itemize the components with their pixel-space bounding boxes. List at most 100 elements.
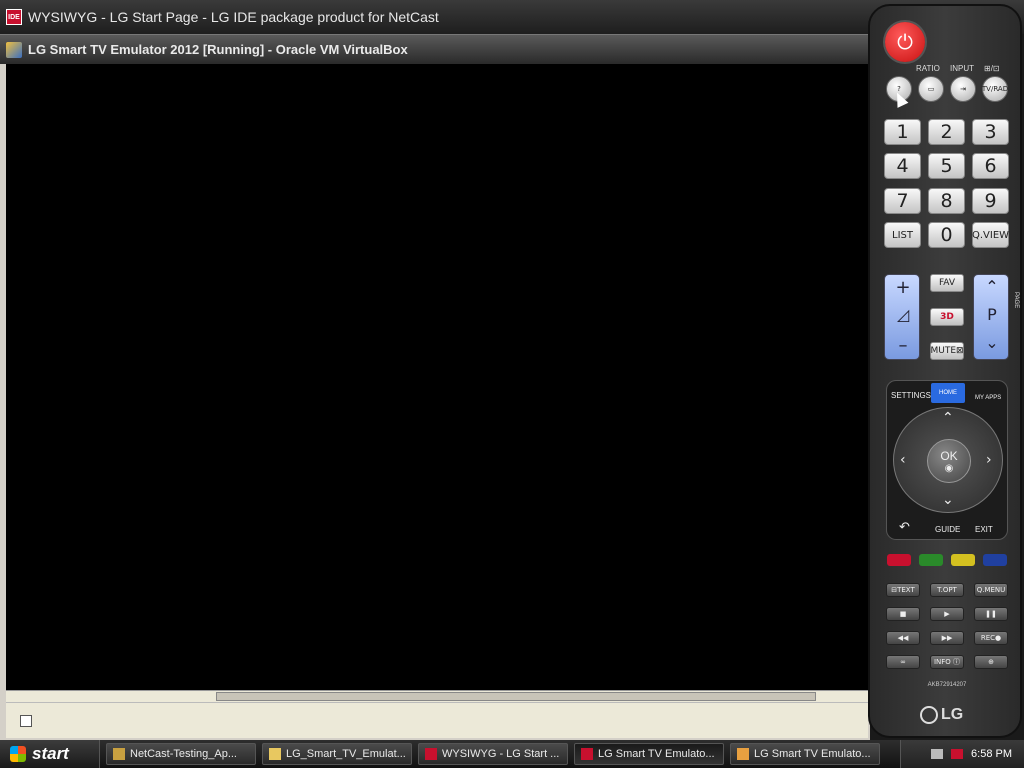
vm-display-screen[interactable] — [6, 64, 868, 690]
lg-logo-icon — [920, 706, 938, 724]
settings-button[interactable]: SETTINGS — [891, 391, 931, 400]
program-up-icon[interactable]: ⌃ — [974, 277, 1010, 296]
tv-rad-button[interactable]: TV/RAD — [982, 76, 1008, 102]
my-apps-button[interactable]: MY APPS — [975, 395, 1001, 401]
num-1-button[interactable]: 1 — [884, 119, 921, 145]
vbox-titlebar[interactable]: LG Smart TV Emulator 2012 [Running] - Or… — [0, 34, 870, 64]
system-tray: 6:58 PM — [900, 740, 1024, 768]
qview-button[interactable]: Q.VIEW — [972, 222, 1009, 248]
ok-button[interactable]: OK ◉ — [927, 439, 971, 483]
vbox-window-title: LG Smart TV Emulator 2012 [Running] - Or… — [28, 42, 408, 57]
num-4-button[interactable]: 4 — [884, 153, 921, 179]
yellow-button[interactable] — [951, 554, 975, 566]
num-5-button[interactable]: 5 — [928, 153, 965, 179]
taskbar-item-label: NetCast-Testing_Ap... — [130, 748, 237, 760]
input-label: INPUT — [950, 64, 974, 73]
lg-emulator-icon — [581, 748, 593, 760]
virtualbox-icon — [6, 41, 22, 58]
volume-up-icon[interactable]: + — [885, 277, 921, 298]
lg-tray-icon[interactable] — [951, 749, 964, 759]
taskbar-item[interactable]: LG_Smart_TV_Emulat... — [262, 743, 412, 765]
mute-button[interactable]: MUTE⊠ — [930, 342, 964, 360]
vbox-status-bar — [6, 702, 868, 738]
taskbar-item-label: LG_Smart_TV_Emulat... — [286, 748, 406, 760]
lg-ide-icon — [425, 748, 437, 760]
lg-logo: LG — [920, 706, 963, 724]
num-7-button[interactable]: 7 — [884, 188, 921, 214]
lg-ide-icon: IDE — [6, 9, 22, 25]
topt-button[interactable]: T.OPT — [930, 583, 964, 597]
taskbar-item-label: WYSIWYG - LG Start ... — [442, 748, 560, 760]
left-arrow-icon[interactable]: ‹ — [900, 452, 906, 468]
horizontal-scrollbar[interactable] — [6, 690, 868, 702]
virtualbox-window: LG Smart TV Emulator 2012 [Running] - Or… — [0, 34, 870, 740]
volume-rocker[interactable]: + ◿ – — [884, 274, 920, 360]
folder-icon — [269, 748, 281, 760]
rec-button[interactable]: REC● — [974, 631, 1008, 645]
qmenu-button[interactable]: Q.MENU — [974, 583, 1008, 597]
tvrad-top-label: ⊞/⊡ — [984, 64, 1000, 73]
play-button[interactable]: ▶ — [930, 607, 964, 621]
taskbar-item[interactable]: WYSIWYG - LG Start ... — [418, 743, 568, 765]
exit-button[interactable]: EXIT — [975, 525, 993, 534]
tv-remote-control: ⏻ RATIO INPUT ⊞/⊡ ? ▭ ⇥ TV/RAD 1 2 3 4 5… — [868, 4, 1022, 738]
home-button[interactable]: HOME — [931, 383, 965, 403]
ok-dot-icon: ◉ — [944, 462, 954, 474]
windows-flag-icon — [10, 746, 26, 762]
num-0-button[interactable]: 0 — [928, 222, 965, 248]
text-button[interactable]: ⊟TEXT — [886, 583, 920, 597]
num-6-button[interactable]: 6 — [972, 153, 1009, 179]
taskbar-item[interactable]: NetCast-Testing_Ap... — [106, 743, 256, 765]
taskbar-item[interactable]: LG Smart TV Emulato... — [730, 743, 880, 765]
netcast-app-icon — [113, 748, 125, 760]
start-label: start — [32, 744, 69, 763]
num-2-button[interactable]: 2 — [928, 119, 965, 145]
ok-label: OK — [940, 448, 958, 463]
clock[interactable]: 6:58 PM — [971, 748, 1012, 760]
green-button[interactable] — [919, 554, 943, 566]
back-button[interactable]: ↶ — [899, 519, 910, 535]
num-9-button[interactable]: 9 — [972, 188, 1009, 214]
directional-pad[interactable]: ⌃ ‹ › ⌄ OK ◉ — [893, 407, 1003, 513]
fast-forward-button[interactable]: ▶▶ — [930, 631, 964, 645]
status-indicator-icon[interactable] — [20, 715, 32, 727]
keyboard-icon[interactable] — [931, 749, 944, 759]
start-button[interactable]: start — [0, 740, 100, 768]
lg-brand-text: LG — [941, 706, 964, 723]
list-button[interactable]: LIST — [884, 222, 921, 248]
outer-window-title: WYSIWYG - LG Start Page - LG IDE package… — [28, 9, 439, 25]
down-arrow-icon[interactable]: ⌄ — [942, 492, 954, 508]
fav-button[interactable]: FAV — [930, 274, 964, 292]
3d-button[interactable]: 3D — [930, 308, 964, 326]
volume-icon: ◿ — [896, 305, 910, 324]
power-button[interactable]: ⏻ — [885, 22, 925, 62]
volume-down-icon[interactable]: – — [885, 335, 921, 356]
navigation-block: SETTINGS HOME MY APPS ⌃ ‹ › ⌄ OK ◉ ↶ GUI… — [886, 380, 1008, 540]
simplink-button[interactable]: ∞ — [886, 655, 920, 669]
taskbar-item-label: LG Smart TV Emulato... — [598, 748, 715, 760]
right-arrow-icon[interactable]: › — [986, 452, 992, 468]
program-label: P — [987, 305, 997, 324]
pause-button[interactable]: ❚❚ — [974, 607, 1008, 621]
blue-button[interactable] — [983, 554, 1007, 566]
model-number: AKB72914207 — [927, 682, 967, 688]
taskbar-item-label: LG Smart TV Emulato... — [754, 748, 871, 760]
app-button[interactable]: ⊕ — [974, 655, 1008, 669]
windows-taskbar: start NetCast-Testing_Ap... LG_Smart_TV_… — [0, 740, 1024, 768]
num-8-button[interactable]: 8 — [928, 188, 965, 214]
rewind-button[interactable]: ◀◀ — [886, 631, 920, 645]
program-down-icon[interactable]: ⌄ — [974, 333, 1010, 352]
program-rocker[interactable]: ⌃ P ⌄ — [973, 274, 1009, 360]
taskbar-item-active[interactable]: LG Smart TV Emulato... — [574, 743, 724, 765]
virtualbox-icon — [737, 748, 749, 760]
info-button[interactable]: INFO ⓘ — [930, 655, 964, 669]
input-button[interactable]: ⇥ — [950, 76, 976, 102]
up-arrow-icon[interactable]: ⌃ — [942, 410, 954, 426]
ratio-button[interactable]: ▭ — [918, 76, 944, 102]
stop-button[interactable]: ■ — [886, 607, 920, 621]
num-3-button[interactable]: 3 — [972, 119, 1009, 145]
ratio-label: RATIO — [916, 64, 940, 73]
scrollbar-thumb[interactable] — [216, 692, 816, 701]
red-button[interactable] — [887, 554, 911, 566]
guide-button[interactable]: GUIDE — [935, 525, 960, 534]
